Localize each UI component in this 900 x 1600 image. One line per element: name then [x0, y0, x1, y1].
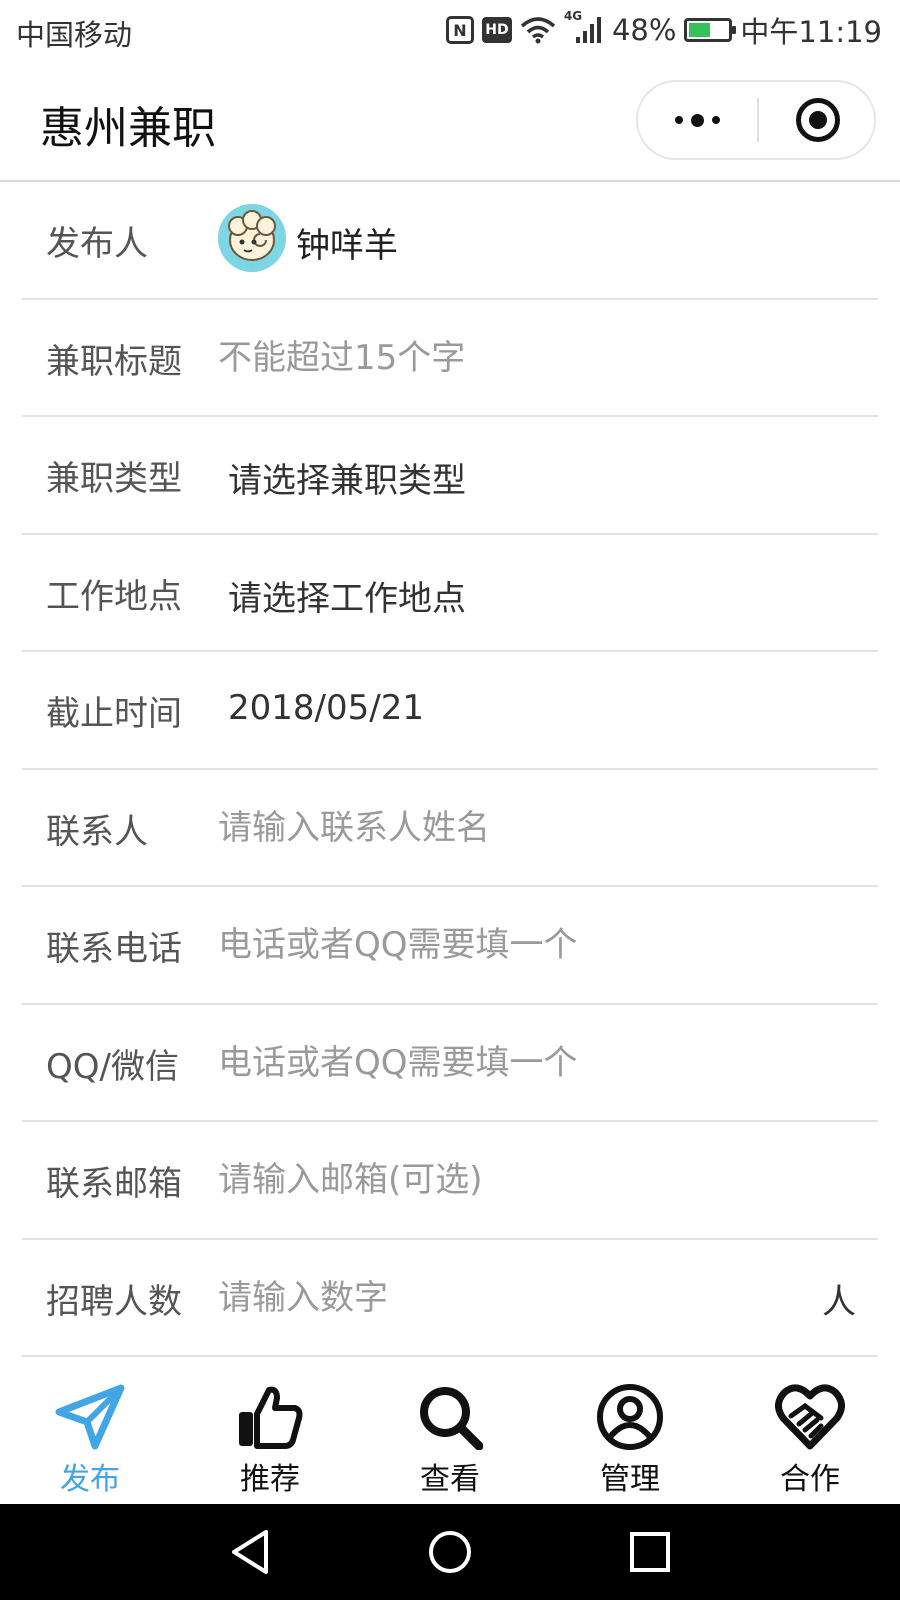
tab-recommend[interactable]: 推荐 [180, 1358, 360, 1504]
recent-apps-icon[interactable] [622, 1526, 678, 1578]
title-label: 兼职标题 [46, 341, 182, 382]
deadline-row[interactable]: 截止时间 2018/05/21 [22, 652, 878, 770]
type-picker[interactable]: 请选择兼职类型 [228, 453, 466, 502]
type-row[interactable]: 兼职类型 请选择兼职类型 [22, 417, 878, 535]
mini-program-capsule [636, 80, 876, 160]
battery-fill [689, 23, 710, 37]
phone-input[interactable] [218, 917, 778, 973]
tab-bar: 发布 推荐 查看 管理 合作 [0, 1358, 900, 1504]
tab-manage-label: 管理 [600, 1462, 660, 1497]
headcount-input[interactable] [218, 1269, 738, 1326]
carrier-name: 中国移动 [16, 18, 133, 52]
status-icons: N HD 4G 48% 中午11:19 [445, 9, 882, 50]
deadline-picker[interactable]: 2018/05/21 [228, 688, 424, 728]
title-row: 兼职标题 [22, 300, 878, 417]
tab-view-label: 查看 [420, 1462, 480, 1497]
qq-wechat-row: QQ/微信 [22, 1005, 878, 1122]
back-icon[interactable] [222, 1526, 278, 1578]
system-nav-bar [0, 1504, 900, 1600]
publisher-name: 钟咩羊 [296, 226, 398, 266]
qq-wechat-input[interactable] [218, 1034, 778, 1091]
clock: 中午11:19 [740, 15, 882, 49]
job-post-form: 发布人 钟咩羊 兼职标题 兼职类型 请选择兼职类型 工作地点 请选择工作地点 [0, 182, 900, 1357]
deadline-label: 截止时间 [46, 694, 182, 734]
publisher-label: 发布人 [46, 224, 148, 264]
avatar [218, 204, 286, 272]
network-type-label: 4G [563, 9, 583, 23]
type-label: 兼职类型 [46, 459, 182, 499]
nav-bar: 惠州兼职 [0, 62, 900, 182]
contact-name-input[interactable] [218, 799, 778, 856]
phone-label: 联系电话 [46, 929, 182, 969]
paper-plane-icon [55, 1382, 125, 1452]
tab-recommend-label: 推荐 [240, 1462, 300, 1497]
headcount-row: 招聘人数 人 [22, 1240, 878, 1357]
headcount-unit: 人 [822, 1281, 856, 1322]
signal-icon: 4G [564, 9, 604, 45]
user-circle-icon [595, 1382, 665, 1452]
tab-manage[interactable]: 管理 [540, 1358, 720, 1504]
location-picker[interactable]: 请选择工作地点 [228, 571, 466, 620]
battery-icon [684, 18, 737, 42]
tab-publish-label: 发布 [60, 1462, 120, 1497]
location-row[interactable]: 工作地点 请选择工作地点 [22, 535, 878, 652]
home-icon[interactable] [422, 1526, 478, 1578]
nfc-icon: N [445, 16, 474, 44]
tab-publish[interactable]: 发布 [0, 1358, 180, 1504]
hd-icon: HD [481, 17, 512, 43]
contact-name-row: 联系人 [22, 770, 878, 887]
contact-name-label: 联系人 [46, 811, 148, 852]
location-label: 工作地点 [46, 576, 182, 617]
thumbs-up-icon [235, 1382, 305, 1452]
tab-cooperate[interactable]: 合作 [720, 1358, 900, 1504]
wifi-icon [520, 16, 556, 44]
email-input[interactable] [218, 1152, 778, 1208]
target-close-icon[interactable] [759, 82, 876, 158]
page-title: 惠州兼职 [40, 103, 216, 154]
phone-row: 联系电话 [22, 887, 878, 1005]
battery-percent: 48% [611, 13, 677, 47]
email-row: 联系邮箱 [22, 1122, 878, 1240]
handshake-heart-icon [775, 1382, 845, 1452]
tab-view[interactable]: 查看 [360, 1358, 540, 1504]
tab-cooperate-label: 合作 [780, 1462, 840, 1497]
publisher-row: 发布人 钟咩羊 [22, 182, 878, 300]
qq-wechat-label: QQ/微信 [46, 1046, 179, 1087]
title-input[interactable] [218, 329, 778, 386]
headcount-label: 招聘人数 [46, 1281, 182, 1322]
search-icon [415, 1382, 485, 1452]
more-dots-icon[interactable] [638, 82, 756, 158]
email-label: 联系邮箱 [46, 1164, 182, 1204]
status-bar: 中国移动 N HD 4G 48% 中午11:19 [0, 0, 900, 62]
